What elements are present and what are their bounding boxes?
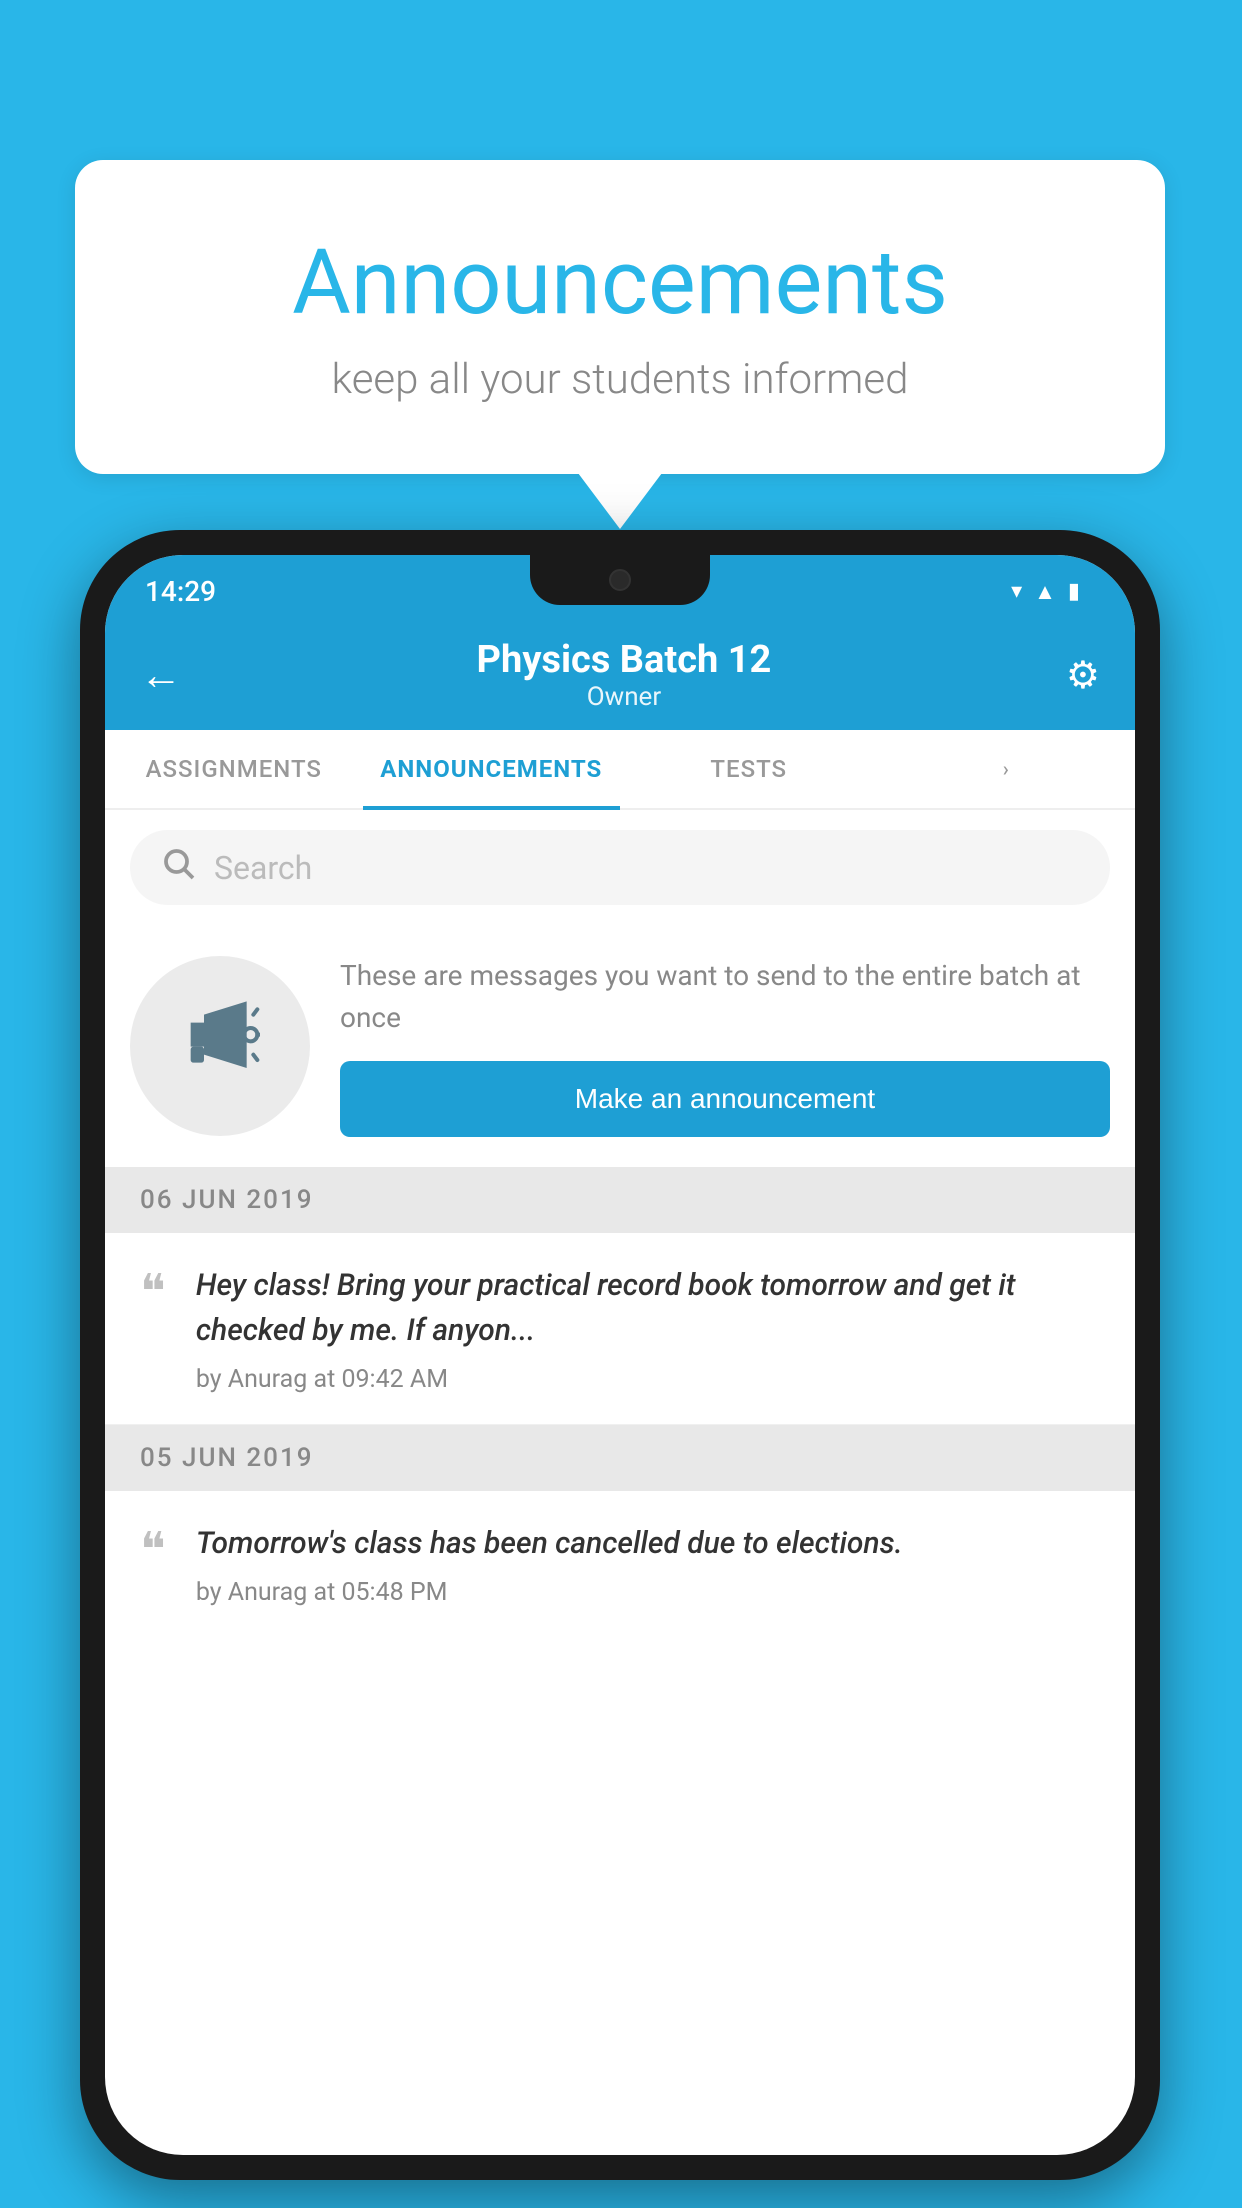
announcement-content-2: Tomorrow's class has been cancelled due …: [196, 1521, 1100, 1607]
speech-bubble-container: Announcements keep all your students inf…: [75, 160, 1165, 474]
quote-icon-2: ❝: [140, 1526, 166, 1574]
search-bar[interactable]: Search: [130, 830, 1110, 905]
announcement-text-1: Hey class! Bring your practical record b…: [196, 1263, 1100, 1353]
date-separator-2: 05 JUN 2019: [105, 1425, 1135, 1491]
status-icons: ▾ ▲ ▮: [1011, 579, 1080, 605]
battery-icon: ▮: [1068, 579, 1080, 604]
wifi-icon: ▾: [1011, 579, 1022, 604]
signal-icon: ▲: [1034, 579, 1056, 605]
tab-more[interactable]: ›: [878, 730, 1136, 808]
search-icon: [160, 845, 196, 890]
notch: [530, 555, 710, 605]
make-announcement-button[interactable]: Make an announcement: [340, 1061, 1110, 1137]
prompt-text: These are messages you want to send to t…: [340, 955, 1110, 1039]
date-separator-1: 06 JUN 2019: [105, 1167, 1135, 1233]
tab-announcements[interactable]: ANNOUNCEMENTS: [363, 730, 621, 808]
announcement-meta-2: by Anurag at 05:48 PM: [196, 1578, 1100, 1607]
bubble-title: Announcements: [135, 230, 1105, 335]
megaphone-circle: [130, 956, 310, 1136]
app-bar-title-container: Physics Batch 12 Owner: [212, 638, 1036, 712]
announcement-prompt-right: These are messages you want to send to t…: [340, 955, 1110, 1137]
announcement-item-1[interactable]: ❝ Hey class! Bring your practical record…: [105, 1233, 1135, 1425]
search-container: Search: [105, 810, 1135, 925]
phone-wrapper: 14:29 ▾ ▲ ▮ ← Physics Batch 12 Owner ⚙: [80, 530, 1160, 2180]
search-placeholder: Search: [214, 849, 312, 887]
announcement-meta-1: by Anurag at 09:42 AM: [196, 1365, 1100, 1394]
app-bar-subtitle: Owner: [212, 682, 1036, 712]
megaphone-icon: [180, 996, 260, 1096]
back-button[interactable]: ←: [140, 651, 182, 700]
app-bar-title: Physics Batch 12: [212, 638, 1036, 682]
phone-screen: 14:29 ▾ ▲ ▮ ← Physics Batch 12 Owner ⚙: [105, 555, 1135, 2155]
camera: [609, 569, 631, 591]
announcement-text-2: Tomorrow's class has been cancelled due …: [196, 1521, 1100, 1566]
quote-icon-1: ❝: [140, 1268, 166, 1316]
tab-assignments[interactable]: ASSIGNMENTS: [105, 730, 363, 808]
announcement-item-2[interactable]: ❝ Tomorrow's class has been cancelled du…: [105, 1491, 1135, 1637]
phone-outer: 14:29 ▾ ▲ ▮ ← Physics Batch 12 Owner ⚙: [80, 530, 1160, 2180]
tabs: ASSIGNMENTS ANNOUNCEMENTS TESTS ›: [105, 730, 1135, 810]
speech-bubble: Announcements keep all your students inf…: [75, 160, 1165, 474]
status-time: 14:29: [145, 575, 216, 608]
announcement-content-1: Hey class! Bring your practical record b…: [196, 1263, 1100, 1394]
gear-button[interactable]: ⚙: [1066, 653, 1100, 698]
announcement-prompt: These are messages you want to send to t…: [105, 925, 1135, 1167]
app-bar: ← Physics Batch 12 Owner ⚙: [105, 620, 1135, 730]
tab-tests[interactable]: TESTS: [620, 730, 878, 808]
bubble-subtitle: keep all your students informed: [135, 355, 1105, 404]
